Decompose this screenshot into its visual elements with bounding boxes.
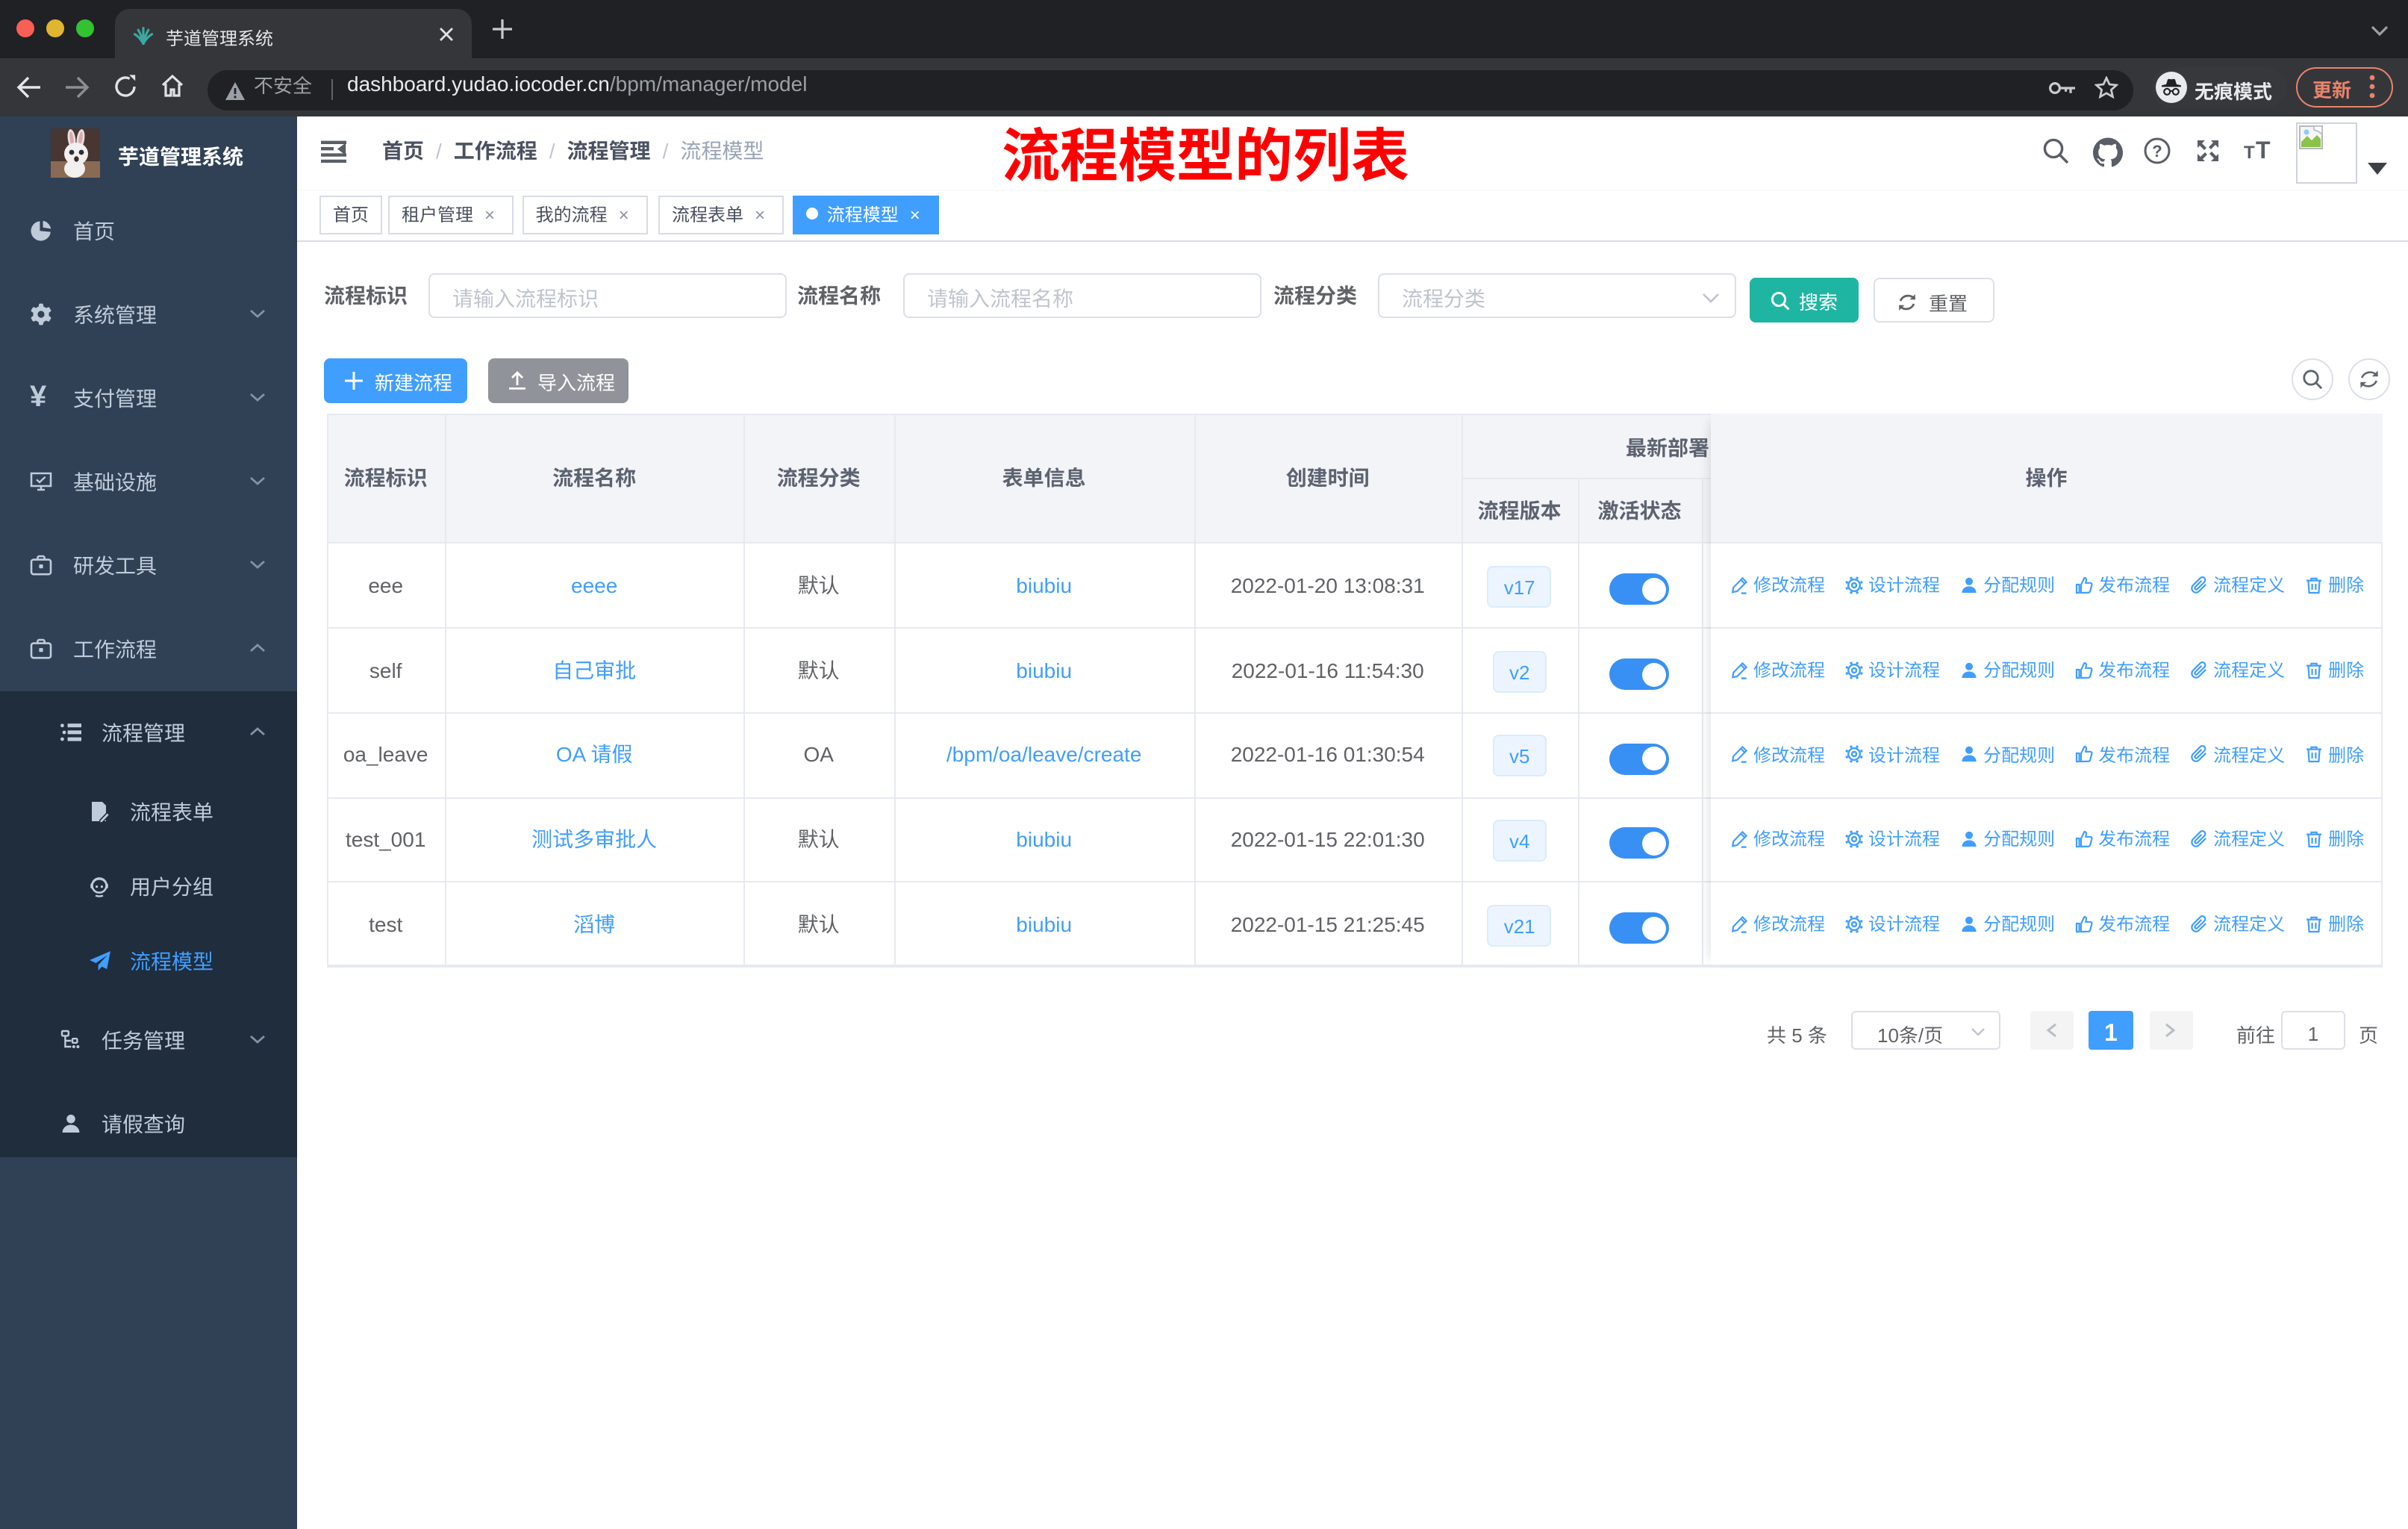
svg-text:T: T bbox=[2244, 143, 2255, 161]
svg-text:T: T bbox=[2256, 137, 2271, 161]
svg-text:?: ? bbox=[2151, 142, 2161, 161]
